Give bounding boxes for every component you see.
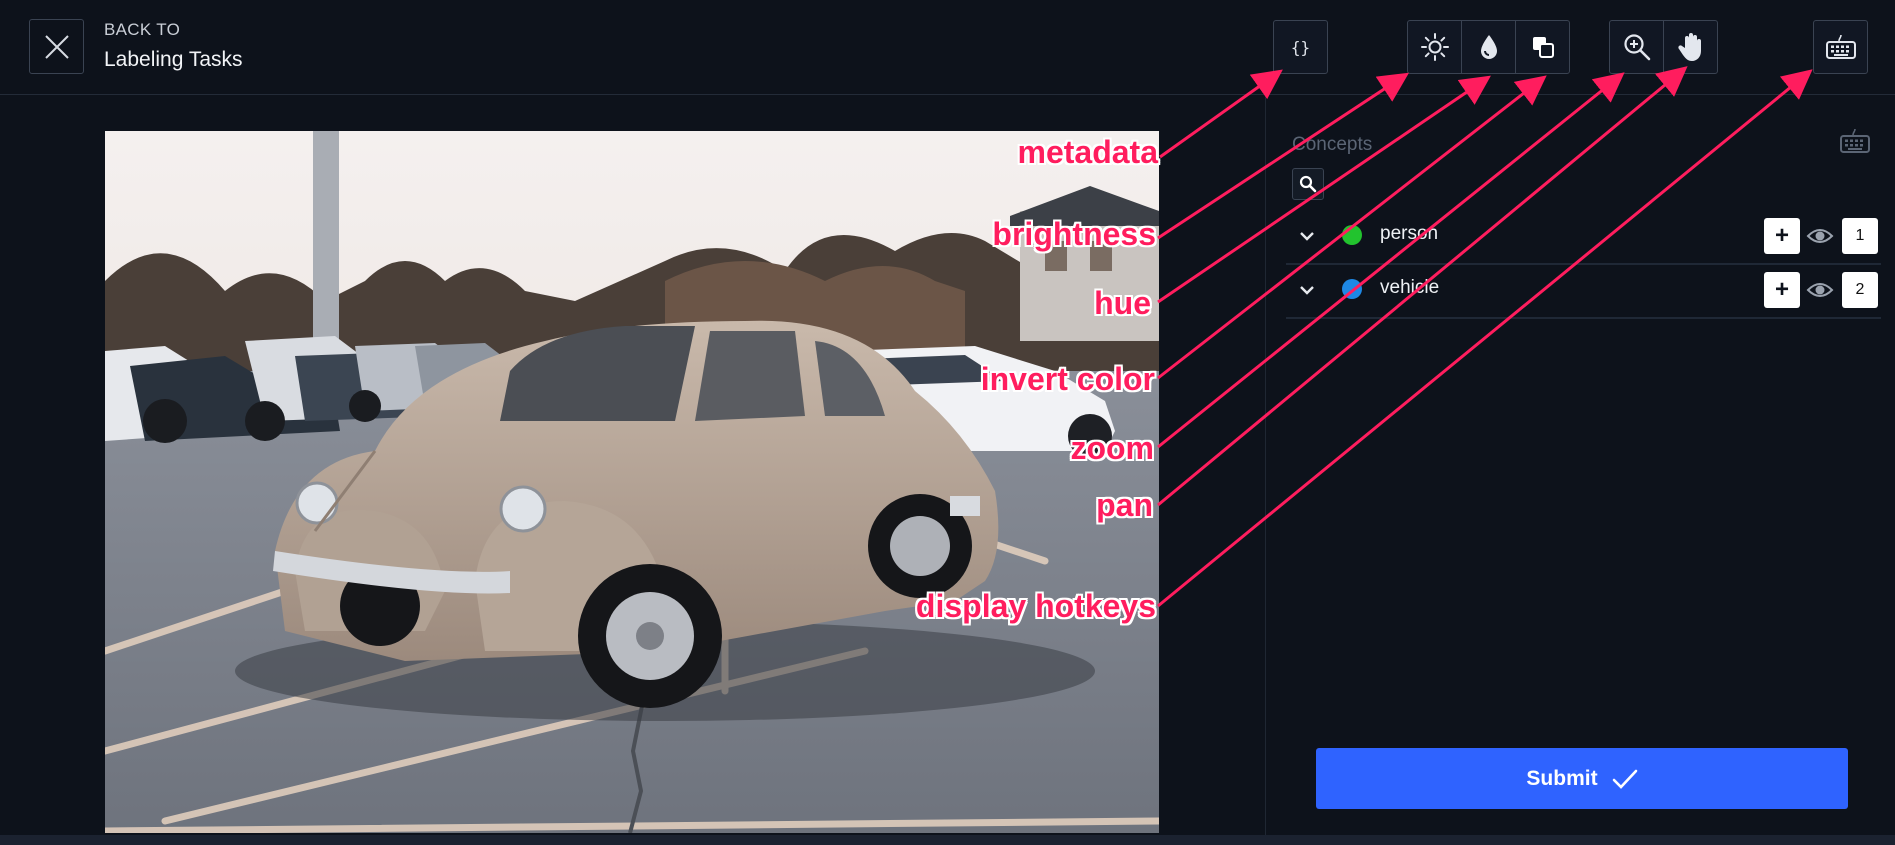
concept-color-dot	[1342, 279, 1362, 299]
concept-name: vehicle	[1380, 277, 1440, 298]
concept-color-dot	[1342, 225, 1362, 245]
display-hotkeys-button[interactable]	[1813, 20, 1868, 74]
annotation-brightness: brightness	[992, 216, 1156, 252]
back-to-label[interactable]: BACK TO	[104, 20, 180, 40]
page-title[interactable]: Labeling Tasks	[104, 48, 243, 72]
metadata-button[interactable]: {}	[1273, 20, 1328, 74]
concept-hotkey-badge: 1	[1842, 218, 1878, 254]
brightness-icon	[1420, 33, 1449, 61]
zoom-button[interactable]	[1609, 20, 1664, 74]
keyboard-icon	[1840, 128, 1870, 153]
close-icon	[44, 34, 69, 59]
annotation-pan: pan	[1096, 487, 1153, 523]
annotation-zoom: zoom	[1070, 430, 1154, 466]
invert-color-button[interactable]	[1515, 20, 1570, 74]
submit-label: Submit	[1526, 766, 1598, 790]
hue-button[interactable]	[1461, 20, 1516, 74]
labeling-app: BACK TO Labeling Tasks {} Concepts perso…	[0, 0, 1895, 845]
chevron-down-icon[interactable]	[1296, 225, 1318, 247]
concept-name: person	[1380, 223, 1439, 244]
pan-icon	[1677, 33, 1701, 61]
checkmark-icon	[1612, 769, 1637, 789]
concept-row-vehicle[interactable]: vehicle + 2	[1286, 265, 1881, 319]
bottom-scrollbar[interactable]	[0, 835, 1895, 845]
hue-icon	[1480, 35, 1497, 59]
concept-hotkey-badge: 2	[1842, 272, 1878, 308]
submit-button[interactable]: Submit	[1316, 748, 1848, 809]
keyboard-icon	[1825, 34, 1856, 59]
brightness-button[interactable]	[1407, 20, 1462, 74]
concepts-title: Concepts	[1292, 134, 1373, 155]
concept-search-button[interactable]	[1292, 168, 1324, 200]
chevron-down-icon[interactable]	[1296, 279, 1318, 301]
metadata-icon: {}	[1290, 37, 1311, 57]
annotation-hue: hue	[1094, 285, 1151, 321]
zoom-icon	[1623, 34, 1650, 61]
annotation-display-hotkeys: display hotkeys	[915, 588, 1156, 624]
add-annotation-button[interactable]: +	[1764, 272, 1800, 308]
annotation-metadata: metadata	[1017, 134, 1159, 170]
panel-hotkeys-button[interactable]	[1838, 126, 1872, 156]
concepts-panel: Concepts person + 1 vehicle + 2	[1265, 96, 1895, 845]
concept-row-person[interactable]: person + 1	[1286, 211, 1881, 265]
search-icon	[1299, 175, 1317, 193]
eye-icon[interactable]	[1806, 277, 1834, 303]
annotation-invert-color: invert color	[980, 361, 1155, 397]
close-button[interactable]	[29, 19, 84, 74]
eye-icon[interactable]	[1806, 223, 1834, 249]
add-annotation-button[interactable]: +	[1764, 218, 1800, 254]
pan-button[interactable]	[1663, 20, 1718, 74]
invert-color-icon	[1532, 37, 1554, 58]
top-toolbar: BACK TO Labeling Tasks {}	[0, 0, 1895, 95]
